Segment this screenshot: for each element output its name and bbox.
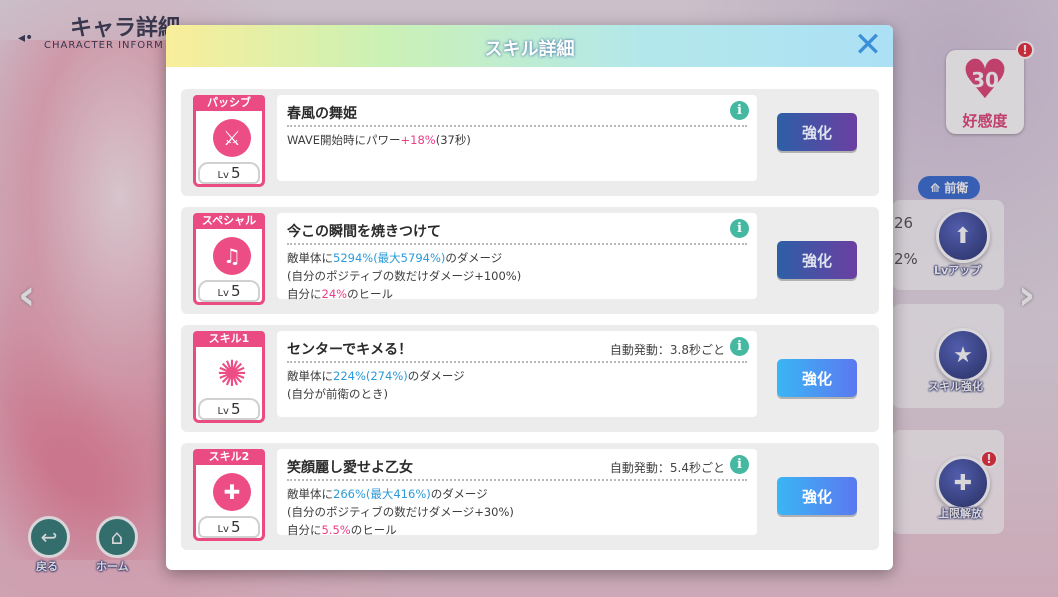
modal-title: スキル詳細 — [484, 39, 575, 60]
upgrade-button[interactable]: 強化 — [777, 113, 857, 151]
skill-desc-segment: のダメージ — [445, 251, 503, 265]
modal-header: スキル詳細 ✕ — [166, 25, 893, 67]
skill-type-tag: スペシャル — [193, 213, 265, 229]
skill-desc-segment: 24% — [321, 287, 348, 301]
skill-desc-segment: +18% — [400, 133, 436, 147]
level-value: 5 — [230, 164, 241, 182]
skill-desc-segment: のヒール — [350, 523, 397, 537]
info-icon[interactable]: i — [730, 101, 749, 120]
level-value: 5 — [230, 518, 241, 536]
skill-desc-segment: 5.5% — [321, 523, 351, 537]
skill-desc-segment: のヒール — [347, 287, 394, 301]
skill-desc-segment: 266%(最大416%) — [333, 487, 431, 501]
skill-description: 敵単体に5294%(最大5794%)のダメージ (自分のポジティブの数だけダメージ… — [287, 249, 521, 303]
info-icon[interactable]: i — [730, 337, 749, 356]
skill-icon-box: ♫ Lv 5 — [193, 229, 265, 305]
skill-card: スペシャル ♫ Lv 5 今この瞬間を焼きつけて i 敵単体に5294%(最大57… — [181, 207, 879, 314]
skill-desc-segment: (自分が前衛のとき) — [287, 387, 388, 401]
skill-desc-segment: 敵単体に — [287, 251, 333, 265]
skill-desc-segment: 自分に — [287, 523, 322, 537]
skill-content: 春風の舞姫 i WAVE開始時にパワー+18%(37秒) — [277, 95, 757, 181]
skill-desc-line: (自分のポジティブの数だけダメージ+100%) — [287, 267, 521, 285]
bell-icon: ♫ — [213, 237, 251, 275]
skill-desc-segment: 224%(274%) — [333, 369, 408, 383]
skill-type-tag: スキル1 — [193, 331, 265, 347]
upgrade-button[interactable]: 強化 — [777, 477, 857, 515]
auto-trigger-text: 自動発動：5.4秒ごと — [609, 461, 725, 475]
level-prefix: Lv — [217, 524, 229, 535]
skill-icon-frame[interactable]: スキル1 ✺ Lv 5 — [193, 331, 265, 423]
skill-name: 笑顔麗し愛せよ乙女 — [287, 460, 413, 476]
level-value: 5 — [230, 400, 241, 418]
skill-desc-line: 敵単体に5294%(最大5794%)のダメージ — [287, 249, 521, 267]
level-value: 5 — [230, 282, 241, 300]
burst-icon: ✺ — [216, 353, 248, 395]
skill-desc-segment: 自分に — [287, 287, 322, 301]
skill-card: スキル1 ✺ Lv 5 センターでキメる！ 自動発動：3.8秒ごと i 敵単体に2… — [181, 325, 879, 432]
skill-content: センターでキメる！ 自動発動：3.8秒ごと i 敵単体に224%(274%)のダ… — [277, 331, 757, 417]
skill-desc-line: 敵単体に266%(最大416%)のダメージ — [287, 485, 514, 503]
skill-desc-segment: (自分のポジティブの数だけダメージ+100%) — [287, 269, 522, 283]
skill-desc-segment: WAVE開始時にパワー — [287, 133, 401, 147]
skill-name: センターでキメる！ — [287, 342, 413, 358]
skill-level: Lv 5 — [198, 398, 260, 420]
skill-card: スキル2 ✚ Lv 5 笑顔麗し愛せよ乙女 自動発動：5.4秒ごと i 敵単体に2… — [181, 443, 879, 550]
skill-name: 今この瞬間を焼きつけて — [287, 224, 441, 240]
skill-type-tag: パッシブ — [193, 95, 265, 111]
skill-desc-segment: 敵単体に — [287, 487, 333, 501]
auto-trigger-text: 自動発動：3.8秒ごと — [609, 343, 725, 357]
level-prefix: Lv — [217, 170, 229, 181]
skill-desc-segment: (自分のポジティブの数だけダメージ+30%) — [287, 505, 514, 519]
upgrade-button[interactable]: 強化 — [777, 241, 857, 279]
skill-desc-line: 自分に24%のヒール — [287, 285, 521, 303]
dotted-divider — [287, 479, 747, 481]
skill-level: Lv 5 — [198, 162, 260, 184]
heart-plus-icon: ✚ — [213, 473, 251, 511]
skill-icon-frame[interactable]: スキル2 ✚ Lv 5 — [193, 449, 265, 541]
skill-description: 敵単体に266%(最大416%)のダメージ (自分のポジティブの数だけダメージ+3… — [287, 485, 514, 539]
skill-icon-frame[interactable]: スペシャル ♫ Lv 5 — [193, 213, 265, 305]
skill-content: 今この瞬間を焼きつけて i 敵単体に5294%(最大5794%)のダメージ (自分… — [277, 213, 757, 301]
dotted-divider — [287, 361, 747, 363]
skill-desc-line: WAVE開始時にパワー+18%(37秒) — [287, 131, 471, 149]
skill-desc-segment: 敵単体に — [287, 369, 333, 383]
skill-desc-segment: のダメージ — [407, 369, 465, 383]
skill-icon-box: ✺ Lv 5 — [193, 347, 265, 423]
skill-desc-segment: 5294%(最大5794%) — [333, 251, 446, 265]
skill-level: Lv 5 — [198, 280, 260, 302]
skill-desc-segment: (37秒) — [435, 133, 471, 147]
skill-icon-frame[interactable]: パッシブ ⚔ Lv 5 — [193, 95, 265, 187]
info-icon[interactable]: i — [730, 455, 749, 474]
skill-type-tag: スキル2 — [193, 449, 265, 465]
skill-desc-line: (自分のポジティブの数だけダメージ+30%) — [287, 503, 514, 521]
close-x-icon[interactable]: ✕ — [851, 28, 885, 63]
skill-description: 敵単体に224%(274%)のダメージ (自分が前衛のとき) — [287, 367, 465, 403]
upgrade-button[interactable]: 強化 — [777, 359, 857, 397]
skill-detail-modal: スキル詳細 ✕ パッシブ ⚔ Lv 5 春風の舞姫 i WAVE開始時にパワー+1… — [166, 25, 893, 570]
info-icon[interactable]: i — [730, 219, 749, 238]
skill-desc-line: 自分に5.5%のヒール — [287, 521, 514, 539]
skill-desc-segment: のダメージ — [430, 487, 488, 501]
level-prefix: Lv — [217, 406, 229, 417]
skill-content: 笑顔麗し愛せよ乙女 自動発動：5.4秒ごと i 敵単体に266%(最大416%)… — [277, 449, 757, 537]
skill-desc-line: (自分が前衛のとき) — [287, 385, 465, 403]
skill-card: パッシブ ⚔ Lv 5 春風の舞姫 i WAVE開始時にパワー+18%(37秒) … — [181, 89, 879, 196]
skill-name: 春風の舞姫 — [287, 106, 357, 122]
dotted-divider — [287, 243, 747, 245]
dotted-divider — [287, 125, 747, 127]
skill-description: WAVE開始時にパワー+18%(37秒) — [287, 131, 471, 149]
level-prefix: Lv — [217, 288, 229, 299]
skill-level: Lv 5 — [198, 516, 260, 538]
skill-desc-line: 敵単体に224%(274%)のダメージ — [287, 367, 465, 385]
skill-icon-box: ⚔ Lv 5 — [193, 111, 265, 187]
skill-icon-box: ✚ Lv 5 — [193, 465, 265, 541]
sword-icon: ⚔ — [213, 119, 251, 157]
